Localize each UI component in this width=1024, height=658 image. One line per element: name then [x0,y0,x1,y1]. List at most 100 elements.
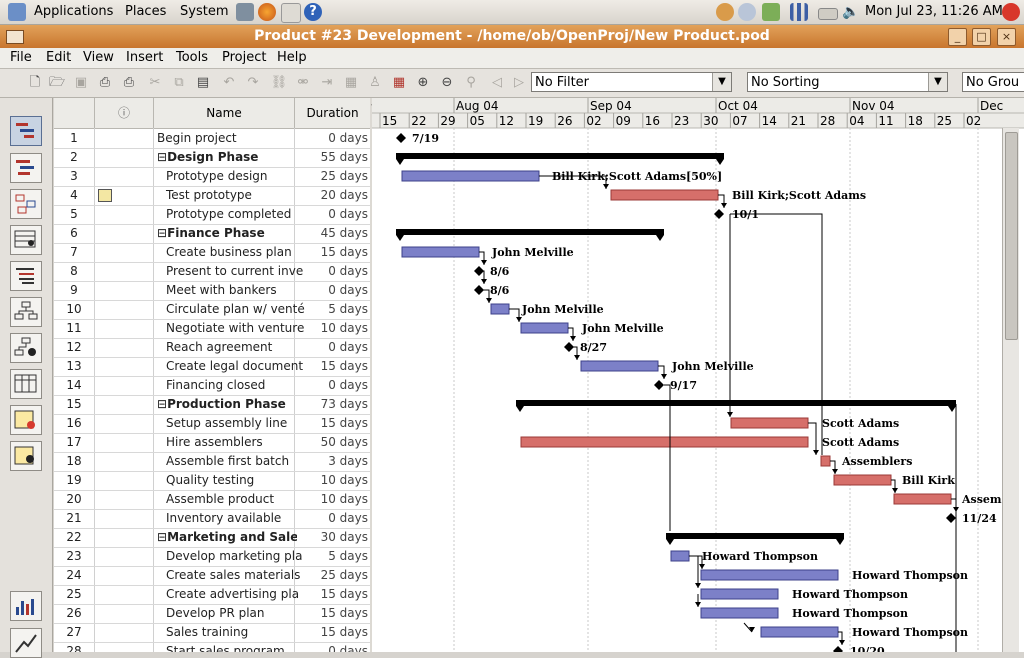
table-row[interactable]: 25 Create advertising pla 15 days [54,585,370,605]
filter-icon[interactable]: ⚲ [462,74,480,92]
table-row[interactable]: 12 Reach agreement 0 days [54,338,370,358]
task-name[interactable]: Negotiate with venture [154,321,306,335]
task-name[interactable]: ⊟Production Phase [154,397,297,411]
task-duration[interactable]: 0 days [294,131,368,145]
table-row[interactable]: 4 Test prototype 20 days [54,186,370,206]
grouping-select[interactable]: No Grou [962,72,1024,92]
print-icon[interactable]: ⎙ [96,74,114,92]
task-duration[interactable]: 0 days [294,511,368,525]
task-duration[interactable]: 73 days [294,397,368,411]
task-name[interactable]: Create legal document [154,359,306,373]
dependency-arrowhead[interactable] [661,374,667,379]
info-column-header[interactable]: ⓘ [95,98,154,129]
task-bar[interactable] [610,189,719,201]
task-name[interactable]: Prototype design [154,169,306,183]
mail-launcher-icon[interactable] [281,3,301,23]
summary-bar[interactable] [396,229,664,235]
menu-view[interactable]: View [83,50,114,65]
task-name[interactable]: Prototype completed [154,207,306,221]
shutdown-icon[interactable] [1002,3,1020,21]
dependency-arrowhead[interactable] [570,336,576,341]
update-notifier-icon[interactable] [762,3,780,21]
name-column-header[interactable]: Name [154,98,295,129]
table-row[interactable]: 13 Create legal document 15 days [54,357,370,377]
undo-icon[interactable]: ↶ [220,74,238,92]
zoom-out-icon[interactable]: ⊖ [438,74,456,92]
task-bar[interactable] [700,569,839,581]
task-name[interactable]: Circulate plan w/ venté [154,302,306,316]
resource-usage-view-button[interactable] [10,441,42,471]
task-bar[interactable] [520,436,809,448]
table-row[interactable]: 16 Setup assembly line 15 days [54,414,370,434]
table-row[interactable]: 3 Prototype design 25 days [54,167,370,187]
task-name[interactable]: Financing closed [154,378,306,392]
redo-icon[interactable]: ↷ [244,74,262,92]
dependency-arrowhead[interactable] [695,583,701,588]
task-name[interactable]: Begin project [154,131,297,145]
menu-insert[interactable]: Insert [126,50,163,65]
vertical-scrollbar[interactable] [1002,128,1019,652]
copy-icon[interactable]: ⧉ [170,74,188,92]
task-duration[interactable]: 15 days [294,245,368,259]
task-bar[interactable] [520,322,569,334]
id-column-header[interactable] [54,98,95,129]
summary-bar[interactable] [516,400,956,406]
dependency-arrowhead[interactable] [695,602,701,607]
scroll-left-icon[interactable]: ◁ [488,74,506,92]
menu-file[interactable]: File [10,50,32,65]
task-name[interactable]: Develop marketing pla [154,549,306,563]
task-duration[interactable]: 15 days [294,625,368,639]
task-bar[interactable] [490,303,510,315]
dependency-arrowhead[interactable] [486,298,492,303]
system-menu[interactable]: System [180,4,228,19]
milestone-diamond[interactable] [946,513,956,523]
table-row[interactable]: 22 ⊟Marketing and Sales P30 days [54,528,370,548]
task-name[interactable]: Quality testing [154,473,306,487]
table-row[interactable]: 17 Hire assemblers 50 days [54,433,370,453]
scrollbar-thumb[interactable] [1005,132,1018,340]
collapse-toggle-icon[interactable]: ⊟ [157,397,167,411]
collapse-toggle-icon[interactable]: ⊟ [157,530,167,544]
search-icon[interactable] [738,3,756,21]
table-row[interactable]: 8 Present to current inve 0 days [54,262,370,282]
task-duration[interactable]: 3 days [294,454,368,468]
wbs-view-button[interactable] [10,261,42,291]
task-name[interactable]: Start sales program [154,644,306,652]
report-view-button[interactable] [10,405,42,435]
summary-bar-cap[interactable] [516,406,524,412]
table-row[interactable]: 9 Meet with bankers 0 days [54,281,370,301]
minimize-button[interactable]: _ [948,28,967,46]
rbs-view-button[interactable] [10,333,42,363]
network-monitor-icon[interactable] [790,3,808,21]
task-duration[interactable]: 50 days [294,435,368,449]
task-name[interactable]: Create sales materials [154,568,306,582]
task-duration[interactable]: 25 days [294,568,368,582]
gantt-view-button[interactable] [10,116,42,146]
sorting-select[interactable]: No Sorting ▼ [747,72,948,92]
volume-icon[interactable]: 🔈 [842,3,860,21]
dependency-line[interactable] [509,308,520,322]
task-duration[interactable]: 55 days [294,150,368,164]
dependency-arrowhead[interactable] [574,355,580,360]
task-bar[interactable] [700,607,779,619]
charts-view-button[interactable] [10,628,42,658]
task-duration[interactable]: 20 days [294,188,368,202]
resource-icon[interactable]: ♙ [366,74,384,92]
task-name[interactable]: ⊟Design Phase [154,150,297,164]
task-bar[interactable] [580,360,659,372]
task-name[interactable]: Hire assemblers [154,435,306,449]
task-bar[interactable] [401,170,540,182]
task-name[interactable]: Inventory available [154,511,306,525]
task-duration[interactable]: 10 days [294,473,368,487]
maximize-button[interactable]: □ [972,28,991,46]
clock[interactable]: Mon Jul 23, 11:26 AM [865,4,1003,19]
task-duration[interactable]: 30 days [294,530,368,544]
dependency-arrowhead[interactable] [603,184,609,189]
task-duration[interactable]: 5 days [294,549,368,563]
help-launcher-icon[interactable]: ? [304,3,322,21]
task-duration[interactable]: 0 days [294,644,368,652]
print-preview-icon[interactable]: ⎙ [120,74,138,92]
task-duration[interactable]: 0 days [294,264,368,278]
network-view-button[interactable] [10,189,42,219]
task-bar[interactable] [893,493,952,505]
